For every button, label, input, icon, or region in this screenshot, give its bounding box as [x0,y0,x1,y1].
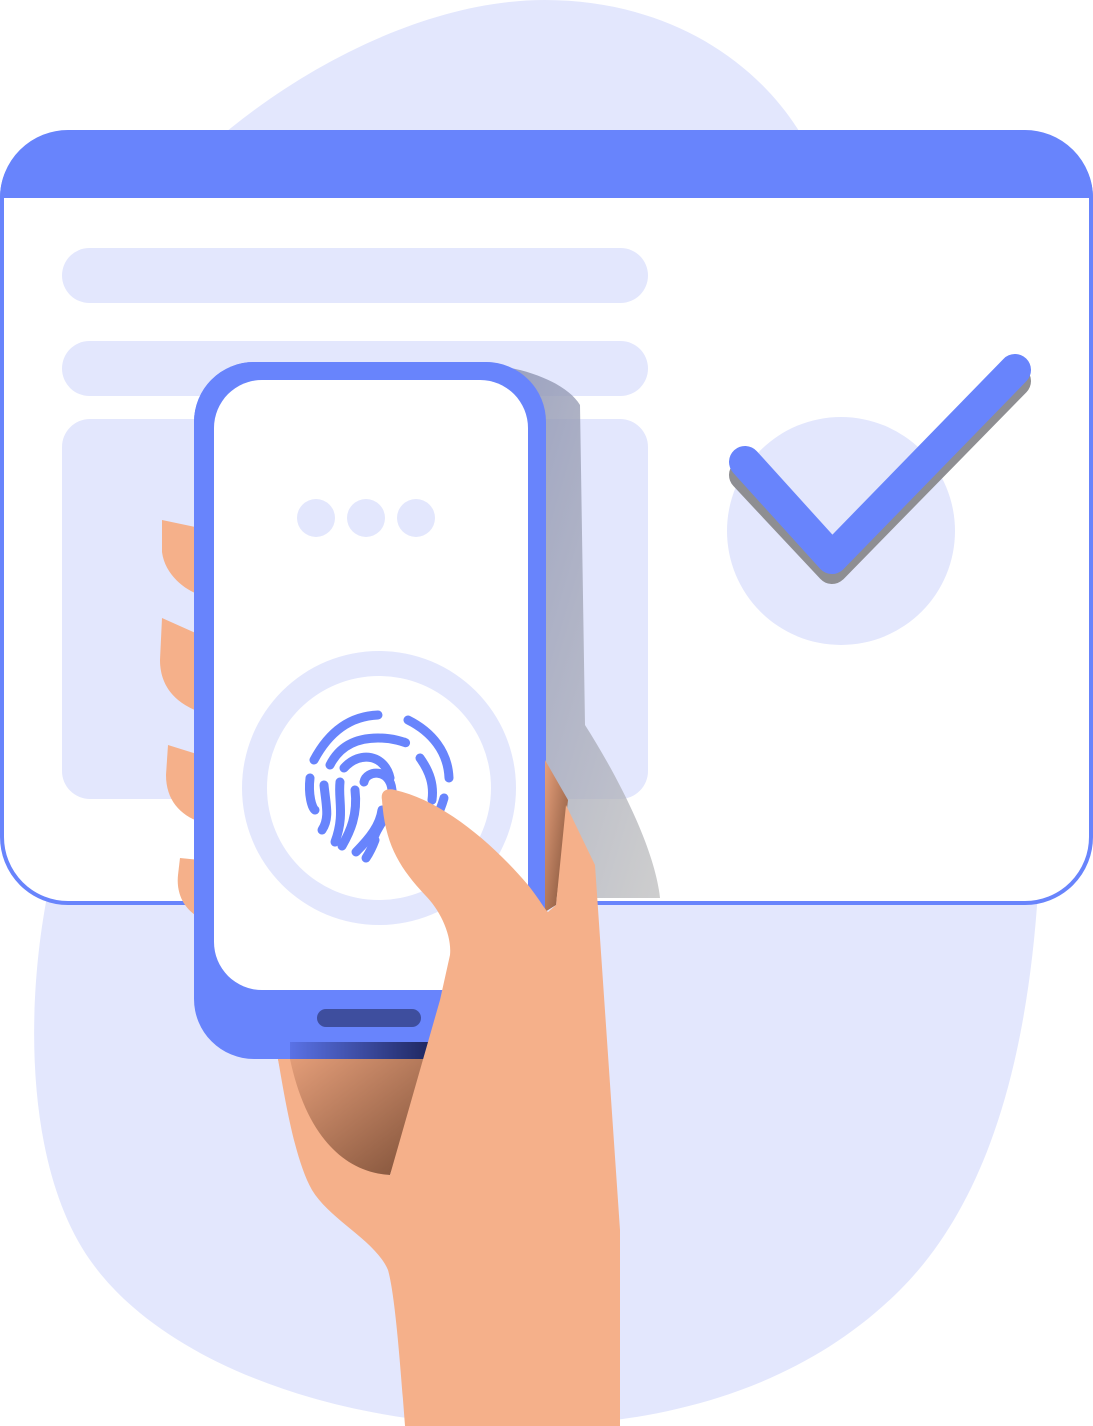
status-dot [347,499,385,537]
fingerprint-auth-illustration [0,0,1093,1426]
placeholder-line-1 [62,248,648,303]
phone-home-bar [317,1009,421,1027]
status-dot [297,499,335,537]
browser-title-bar [0,132,1093,198]
phone-bottom-edge [290,1040,430,1059]
illustration-canvas [0,0,1093,1426]
status-dot [397,499,435,537]
